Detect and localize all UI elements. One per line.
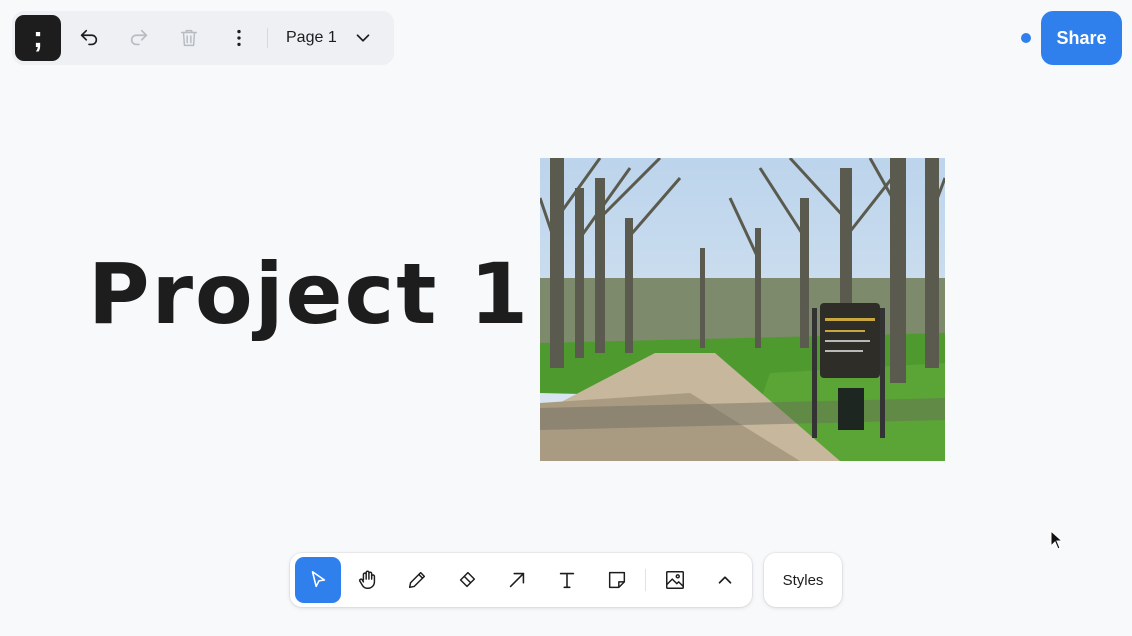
redo-icon (130, 29, 148, 46)
image-icon (666, 571, 685, 589)
menu-logo-button[interactable]: ; (15, 15, 61, 61)
styles-button[interactable]: Styles (764, 553, 842, 607)
pencil-icon (409, 571, 426, 589)
tool-hand[interactable] (345, 557, 391, 603)
more-vertical-icon (237, 29, 241, 47)
canvas-text-shape[interactable]: Project 1 (88, 252, 530, 336)
text-icon (559, 572, 574, 589)
sticky-note-icon (608, 571, 625, 589)
tools-toolbar (290, 553, 752, 607)
mouse-cursor-icon (1050, 530, 1064, 550)
hand-icon (358, 570, 375, 589)
top-toolbar: ; Page 1 (12, 11, 394, 65)
menu-logo-icon: ; (33, 21, 43, 54)
tool-draw[interactable] (395, 557, 441, 603)
toolbar-separator (645, 569, 647, 591)
page-name[interactable]: Page 1 (286, 29, 337, 47)
chevron-down-icon (356, 34, 370, 42)
more-button[interactable] (219, 18, 259, 58)
park-photo (540, 158, 945, 461)
tool-eraser[interactable] (444, 557, 490, 603)
eraser-icon (460, 571, 476, 588)
page-menu-button[interactable] (343, 18, 383, 58)
trash-icon (180, 29, 198, 47)
select-icon (311, 570, 326, 588)
arrow-icon (509, 572, 525, 588)
tool-text[interactable] (544, 557, 590, 603)
tool-note[interactable] (594, 557, 640, 603)
undo-icon (80, 29, 98, 46)
toolbar-divider (267, 28, 268, 48)
chevron-up-icon (718, 576, 732, 584)
undo-button[interactable] (69, 18, 109, 58)
canvas-image-shape[interactable] (540, 158, 945, 461)
delete-button[interactable] (169, 18, 209, 58)
share-button[interactable]: Share (1041, 11, 1122, 65)
presence-indicator (1021, 33, 1031, 43)
redo-button[interactable] (119, 18, 159, 58)
tool-arrow[interactable] (494, 557, 540, 603)
tool-select[interactable] (295, 557, 341, 603)
tool-image[interactable] (652, 557, 698, 603)
share-area: Share (1021, 11, 1122, 65)
tool-more[interactable] (702, 557, 748, 603)
